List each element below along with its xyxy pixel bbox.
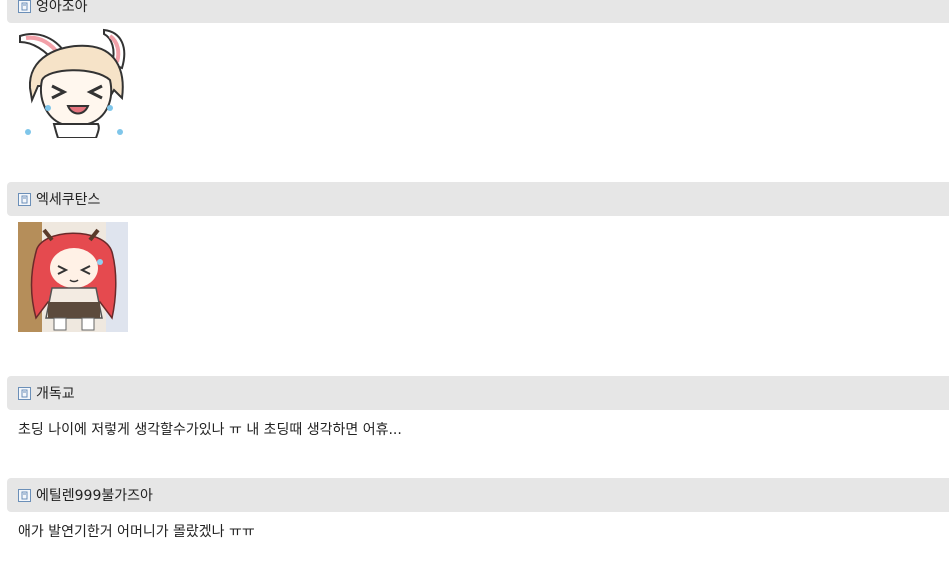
comment-item: 개독교 초딩 나이에 저렇게 생각할수가있나 ㅠ 내 초딩때 생각하면 어휴..… bbox=[7, 376, 949, 438]
comment-nickname[interactable]: 에틸렌999불가즈아 bbox=[36, 485, 153, 505]
comment-text: 초딩 나이에 저렇게 생각할수가있나 ㅠ 내 초딩때 생각하면 어휴... bbox=[18, 422, 402, 438]
comment-nickname[interactable]: 엉아조아 bbox=[36, 0, 88, 16]
comment-header: 엉아조아 bbox=[7, 0, 949, 23]
comment-item: 엑세쿠탄스 bbox=[7, 182, 949, 332]
comment-item: 에틸렌999불가즈아 애가 발연기한거 어머니가 몰랐겠나 ㅠㅠ bbox=[7, 478, 949, 540]
user-level-icon bbox=[18, 0, 31, 13]
user-level-icon bbox=[18, 386, 31, 400]
comment-header: 엑세쿠탄스 bbox=[7, 182, 949, 216]
comment-item: 엉아조아 bbox=[7, 0, 949, 139]
comment-nickname[interactable]: 엑세쿠탄스 bbox=[36, 189, 100, 209]
comment-header: 에틸렌999불가즈아 bbox=[7, 478, 949, 512]
comment-header: 개독교 bbox=[7, 376, 949, 410]
crying-bunny-girl-emoticon bbox=[18, 28, 128, 139]
crying-red-hair-girl-emoticon bbox=[18, 222, 128, 332]
user-level-icon bbox=[18, 192, 31, 206]
comment-nickname[interactable]: 개독교 bbox=[36, 383, 75, 403]
user-level-icon bbox=[18, 488, 31, 502]
comment-text: 애가 발연기한거 어머니가 몰랐겠나 ㅠㅠ bbox=[18, 524, 255, 540]
